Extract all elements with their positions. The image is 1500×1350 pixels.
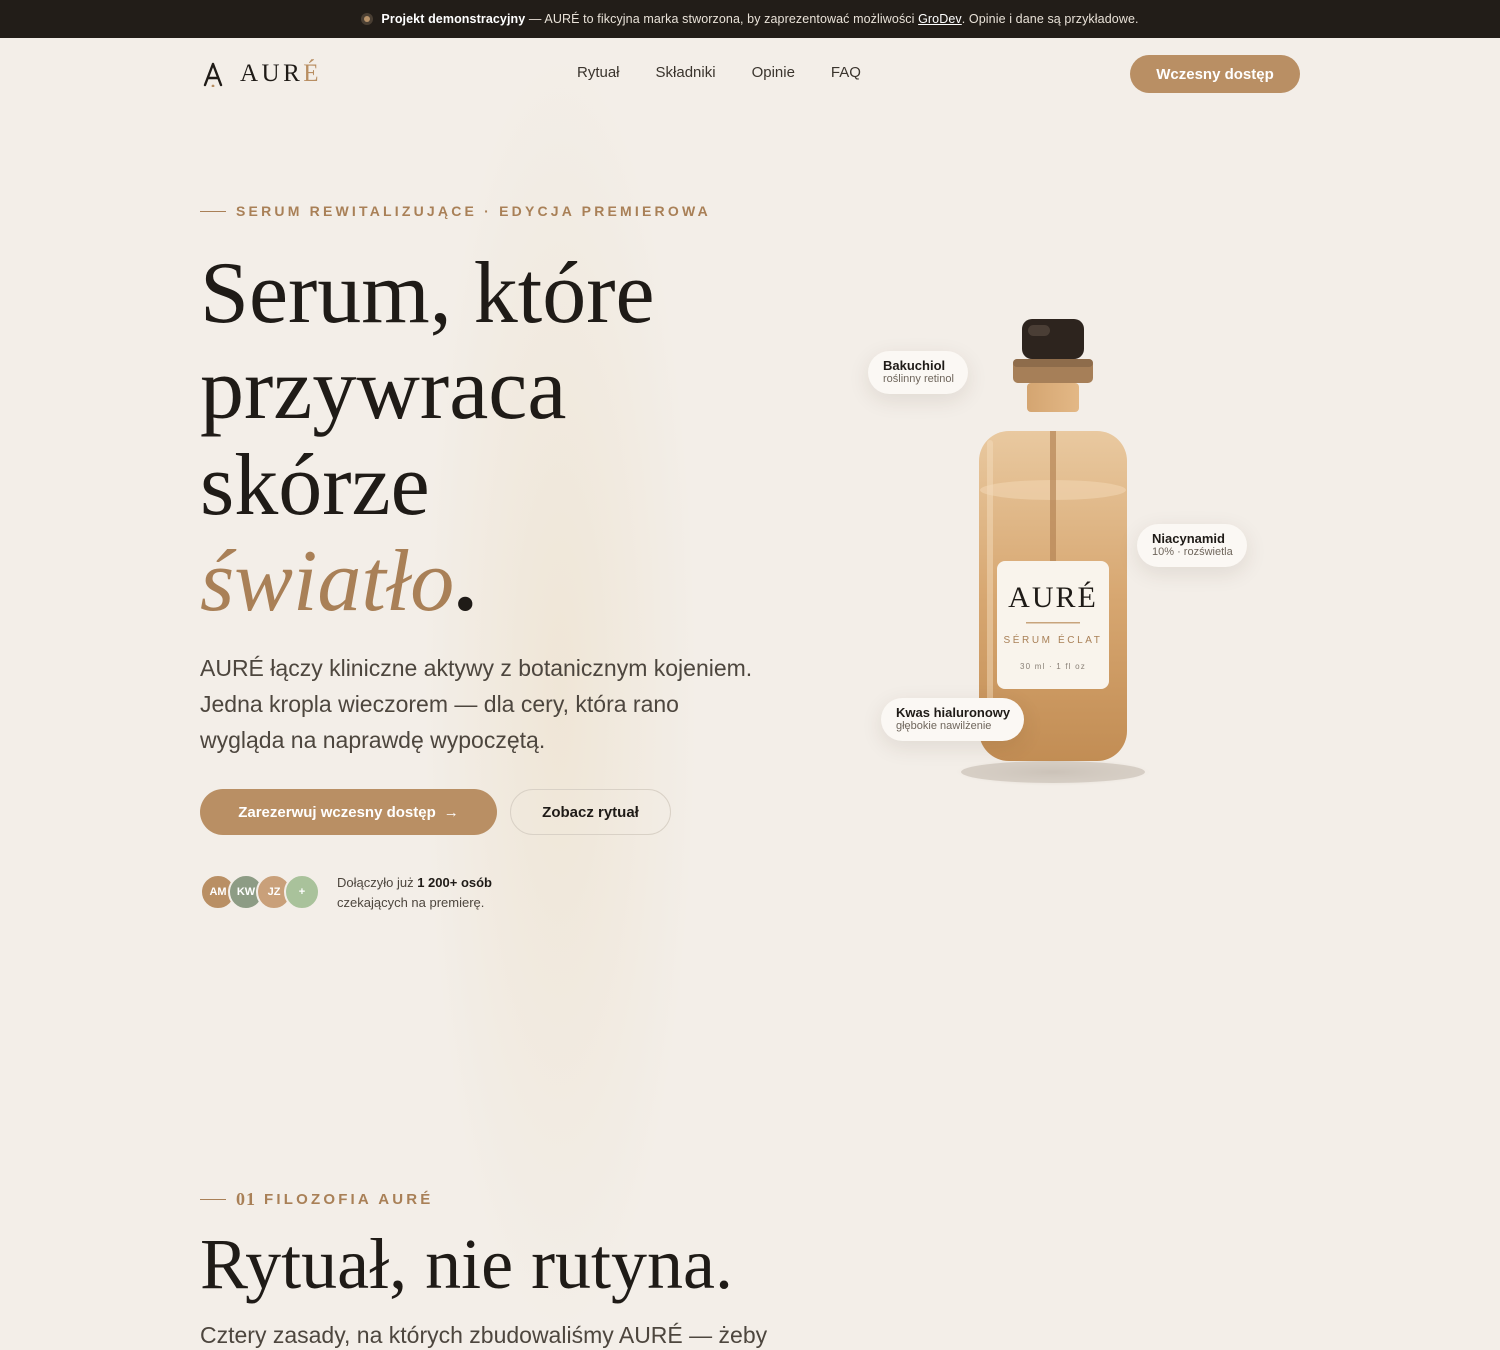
- announcement-tail: . Opinie i dane są przykładowe.: [961, 12, 1139, 26]
- headline-line-3: skórze: [200, 437, 430, 534]
- avatar-stack: AM KW JZ +: [200, 874, 324, 910]
- eyebrow-line: [200, 1199, 226, 1200]
- brand-name-accent: É: [303, 60, 323, 87]
- chip-subtitle: głębokie nawilżenie: [896, 720, 992, 732]
- ingredient-chip-niacynamid: Niacynamid 10% · rozświetla: [1137, 524, 1247, 567]
- early-access-button[interactable]: Wczesny dostęp: [1130, 55, 1300, 93]
- social-proof: Dołączyło już 1 200+ osób czekających na…: [337, 873, 492, 913]
- hero-eyebrow: SERUM REWITALIZUJĄCE · EDYCJA PREMIEROWA: [200, 203, 711, 219]
- social-count: 1 200+ osób: [417, 875, 492, 890]
- avatar-more: +: [284, 874, 320, 910]
- label-product-name: SÉRUM ÉCLAT: [1004, 633, 1103, 646]
- chip-title: Bakuchiol: [883, 358, 946, 373]
- headline-period: .: [454, 533, 477, 630]
- social-suffix: czekających na premierę.: [337, 895, 485, 910]
- ingredient-chip-bakuchiol: Bakuchiol roślinny retinol: [868, 351, 968, 394]
- philosophy-eyebrow: 01 FILOZOFIA AURÉ: [200, 1189, 434, 1210]
- grodev-link[interactable]: GroDev: [918, 12, 962, 26]
- hero-headline: Serum, które przywraca skórze światło.: [200, 246, 655, 630]
- label-brand: AURÉ: [1008, 581, 1098, 614]
- philosophy-subtitle: Cztery zasady, na których zbudowaliśmy A…: [200, 1322, 768, 1348]
- headline-line-1: Serum, które: [200, 245, 655, 342]
- hero-eyebrow-text: SERUM REWITALIZUJĄCE · EDYCJA PREMIEROWA: [236, 203, 711, 219]
- label-volume: 30 ml · 1 fl oz: [1020, 662, 1086, 671]
- section-number: 01: [236, 1189, 256, 1209]
- brand-logo[interactable]: AURÉ: [202, 60, 322, 88]
- announcement-text: — AURÉ to fikcyjna marka stworzona, by z…: [525, 12, 919, 26]
- chip-subtitle: 10% · rozświetla: [1152, 546, 1233, 558]
- ingredient-chip-kwas-hialuronowy: Kwas hialuronowy głębokie nawilżenie: [881, 698, 1025, 741]
- philosophy-title: Rytuał, nie rutyna.: [200, 1224, 734, 1304]
- logo-mark-icon: [203, 62, 223, 87]
- nav-item-opinie[interactable]: Opinie: [752, 64, 795, 81]
- see-ritual-button[interactable]: Zobacz rytuał: [510, 789, 671, 835]
- social-prefix: Dołączyło już: [337, 875, 418, 890]
- reserve-label: Zarezerwuj wczesny dostęp: [238, 803, 436, 821]
- headline-line-2: przywraca: [200, 341, 567, 438]
- reserve-early-access-button[interactable]: Zarezerwuj wczesny dostęp →: [200, 789, 497, 835]
- announcement-bar: Projekt demonstracyjny — AURÉ to fikcyjn…: [0, 0, 1500, 38]
- eyebrow-line: [200, 210, 226, 212]
- headline-accent: światło: [200, 533, 455, 630]
- brand-name-main: AUR: [240, 60, 304, 87]
- brand-name: AURÉ: [240, 60, 322, 88]
- chip-title: Kwas hialuronowy: [896, 705, 1011, 720]
- arrow-right-icon: →: [443, 803, 459, 821]
- nav-item-rytual[interactable]: Rytuał: [577, 64, 620, 81]
- headline-line-4: światło.: [200, 534, 655, 630]
- chip-title: Niacynamid: [1152, 531, 1225, 546]
- nav-item-skladniki[interactable]: Składniki: [656, 64, 716, 81]
- hero-lead: AURÉ łączy kliniczne aktywy z botaniczny…: [200, 655, 753, 753]
- philosophy-eyebrow-text: FILOZOFIA AURÉ: [264, 1191, 434, 1208]
- main-nav: Rytuał Składniki Opinie FAQ: [577, 64, 861, 81]
- announcement-bold: Projekt demonstracyjny: [381, 12, 526, 26]
- chip-subtitle: roślinny retinol: [883, 373, 954, 385]
- nav-item-faq[interactable]: FAQ: [831, 64, 861, 81]
- status-dot-icon: [361, 13, 374, 25]
